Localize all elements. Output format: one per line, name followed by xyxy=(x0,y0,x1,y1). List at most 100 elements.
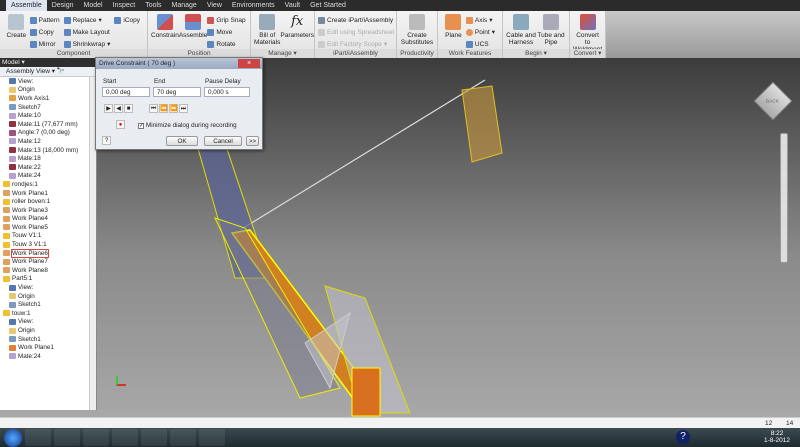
point-button[interactable]: Point ▾ xyxy=(465,27,495,37)
status-bar: 12 14 xyxy=(0,417,800,428)
browser-node[interactable]: Mate:10 xyxy=(3,111,96,120)
ok-button[interactable]: OK xyxy=(166,136,198,146)
step-forward-button[interactable]: ⏩ xyxy=(169,104,178,113)
move-button[interactable]: Move xyxy=(207,27,245,37)
browser-node[interactable]: Touw V1:1 xyxy=(3,232,96,241)
taskbar-ie-icon[interactable] xyxy=(25,429,51,446)
browser-node[interactable]: Mate:13 (18,000 mm) xyxy=(3,146,96,155)
tab-vault[interactable]: Vault xyxy=(280,0,305,11)
end-input[interactable]: 70 deg xyxy=(153,87,201,97)
make-layout-button[interactable]: Make Layout xyxy=(63,27,111,37)
edit-spreadsheet-button[interactable]: Edit using Spreadsheet xyxy=(318,27,394,37)
play-forward-button[interactable]: ▶ xyxy=(104,104,113,113)
browser-node[interactable]: Work Plane8 xyxy=(3,266,96,275)
navigation-bar[interactable] xyxy=(780,133,788,263)
browser-node[interactable]: Touw 3 V1:1 xyxy=(3,240,96,249)
browser-node[interactable]: Mate:18 xyxy=(3,154,96,163)
label: Point xyxy=(474,28,490,36)
browser-node[interactable]: Sketch7 xyxy=(3,103,96,112)
browser-node[interactable]: Origin xyxy=(3,326,96,335)
grip-snap-button[interactable]: Grip Snap xyxy=(207,15,246,25)
taskbar-inventor-icon[interactable] xyxy=(170,429,196,446)
label: Create Substitutes xyxy=(400,32,434,46)
axis-button[interactable]: Axis ▾ xyxy=(465,15,495,25)
tab-view[interactable]: View xyxy=(202,0,227,11)
pause-delay-input[interactable]: 0,000 s xyxy=(204,87,250,97)
panel-title[interactable]: Convert ▾ xyxy=(570,49,605,58)
browser-tree: View: Origin Work Axis1 Sketch7 Mate:10 Mate:… xyxy=(0,77,96,361)
copy-button[interactable]: Copy xyxy=(29,27,60,37)
browser-node[interactable]: Part5:1 xyxy=(3,275,96,284)
tab-model[interactable]: Model xyxy=(79,0,108,11)
taskbar-media-icon[interactable] xyxy=(83,429,109,446)
tab-inspect[interactable]: Inspect xyxy=(108,0,141,11)
browser-node[interactable]: Work Plane6 xyxy=(3,248,96,258)
help-tray-icon[interactable]: ? xyxy=(676,430,690,444)
rope-line xyxy=(239,79,486,231)
taskbar-explorer-icon[interactable] xyxy=(54,429,80,446)
tab-tools[interactable]: Tools xyxy=(140,0,166,11)
browser-node[interactable]: Work Plane1 xyxy=(3,343,96,352)
step-reverse-button[interactable]: ⏪ xyxy=(159,104,168,113)
browser-view-selector[interactable]: Assembly View ▾ 🔭 xyxy=(0,67,96,77)
start-input[interactable]: 0,00 deg xyxy=(102,87,150,97)
browser-node[interactable]: Mate:12 xyxy=(3,137,96,146)
browser-node[interactable]: Work Plane7 xyxy=(3,257,96,266)
go-start-button[interactable]: ⏮ xyxy=(149,104,158,113)
clock[interactable]: 8:22 1-8-2012 xyxy=(764,430,790,444)
browser-node[interactable]: rondjes:1 xyxy=(3,180,96,189)
create-ipart-button[interactable]: Create iPart/iAssembly xyxy=(318,15,394,25)
close-button[interactable]: × xyxy=(238,59,260,68)
start-button[interactable] xyxy=(4,428,22,447)
replace-button[interactable]: Replace ▾ xyxy=(63,15,111,25)
browser-node[interactable]: Work Plane3 xyxy=(3,206,96,215)
pattern-button[interactable]: Pattern xyxy=(29,15,60,25)
dialog-titlebar[interactable]: Drive Constraint ( 70 deg ) × xyxy=(96,58,262,69)
cancel-button[interactable]: Cancel xyxy=(204,136,242,146)
taskbar-app-icon[interactable] xyxy=(199,429,225,446)
edit-factory-scope-button[interactable]: Edit Factory Scope ▾ xyxy=(318,39,394,49)
record-button[interactable]: ● xyxy=(116,120,125,129)
browser-node[interactable]: roller boven:1 xyxy=(3,197,96,206)
browser-node[interactable]: Work Plane5 xyxy=(3,223,96,232)
browser-node[interactable]: Origin xyxy=(3,86,96,95)
browser-node[interactable]: Mate:11 (77,677 mm) xyxy=(3,120,96,129)
tab-get-started[interactable]: Get Started xyxy=(305,0,351,11)
browser-node[interactable]: touw:1 xyxy=(3,309,96,318)
browser-node[interactable]: Sketch1 xyxy=(3,300,96,309)
browser-node[interactable]: View: xyxy=(3,318,96,327)
rotate-button[interactable]: Rotate xyxy=(207,39,245,49)
browser-node[interactable]: View: xyxy=(3,77,96,86)
tab-manage[interactable]: Manage xyxy=(167,0,202,11)
browser-node[interactable]: Work Plane4 xyxy=(3,215,96,224)
axis-icon xyxy=(465,16,473,24)
mirror-button[interactable]: Mirror xyxy=(29,39,60,49)
browser-node[interactable]: Mate:22 xyxy=(3,163,96,172)
browser-node[interactable]: View: xyxy=(3,283,96,292)
browser-node[interactable]: Work Plane1 xyxy=(3,189,96,198)
browser-node[interactable]: Origin xyxy=(3,292,96,301)
browser-header[interactable]: Model ▾ xyxy=(0,58,96,67)
browser-node[interactable]: Mate:24 xyxy=(3,172,96,181)
stop-button[interactable]: ■ xyxy=(124,104,133,113)
tab-design[interactable]: Design xyxy=(47,0,79,11)
tab-environments[interactable]: Environments xyxy=(227,0,280,11)
taskbar-acrobat-icon[interactable] xyxy=(141,429,167,446)
more-button[interactable]: >> xyxy=(246,136,259,146)
minimize-checkbox[interactable]: ✓ Minimize dialog during recording xyxy=(138,122,237,129)
help-button[interactable]: ? xyxy=(102,136,111,145)
tab-assemble[interactable]: Assemble xyxy=(6,0,47,11)
taskbar-excel-icon[interactable] xyxy=(112,429,138,446)
browser-node[interactable]: Angle:7 (0,00 deg) xyxy=(3,129,96,138)
label: Mirror xyxy=(38,40,56,48)
ucs-button[interactable]: UCS xyxy=(465,39,495,49)
browser-node[interactable]: Sketch1 xyxy=(3,335,96,344)
icopy-button[interactable]: iCopy xyxy=(114,15,140,25)
panel-title[interactable]: Begin ▾ xyxy=(503,49,569,58)
browser-node[interactable]: Work Axis1 xyxy=(3,94,96,103)
shrinkwrap-button[interactable]: Shrinkwrap ▾ xyxy=(63,39,110,49)
node-icon xyxy=(3,250,10,257)
browser-node[interactable]: Mate:24 xyxy=(3,352,96,361)
play-reverse-button[interactable]: ◀ xyxy=(114,104,123,113)
go-end-button[interactable]: ⏭ xyxy=(179,104,188,113)
